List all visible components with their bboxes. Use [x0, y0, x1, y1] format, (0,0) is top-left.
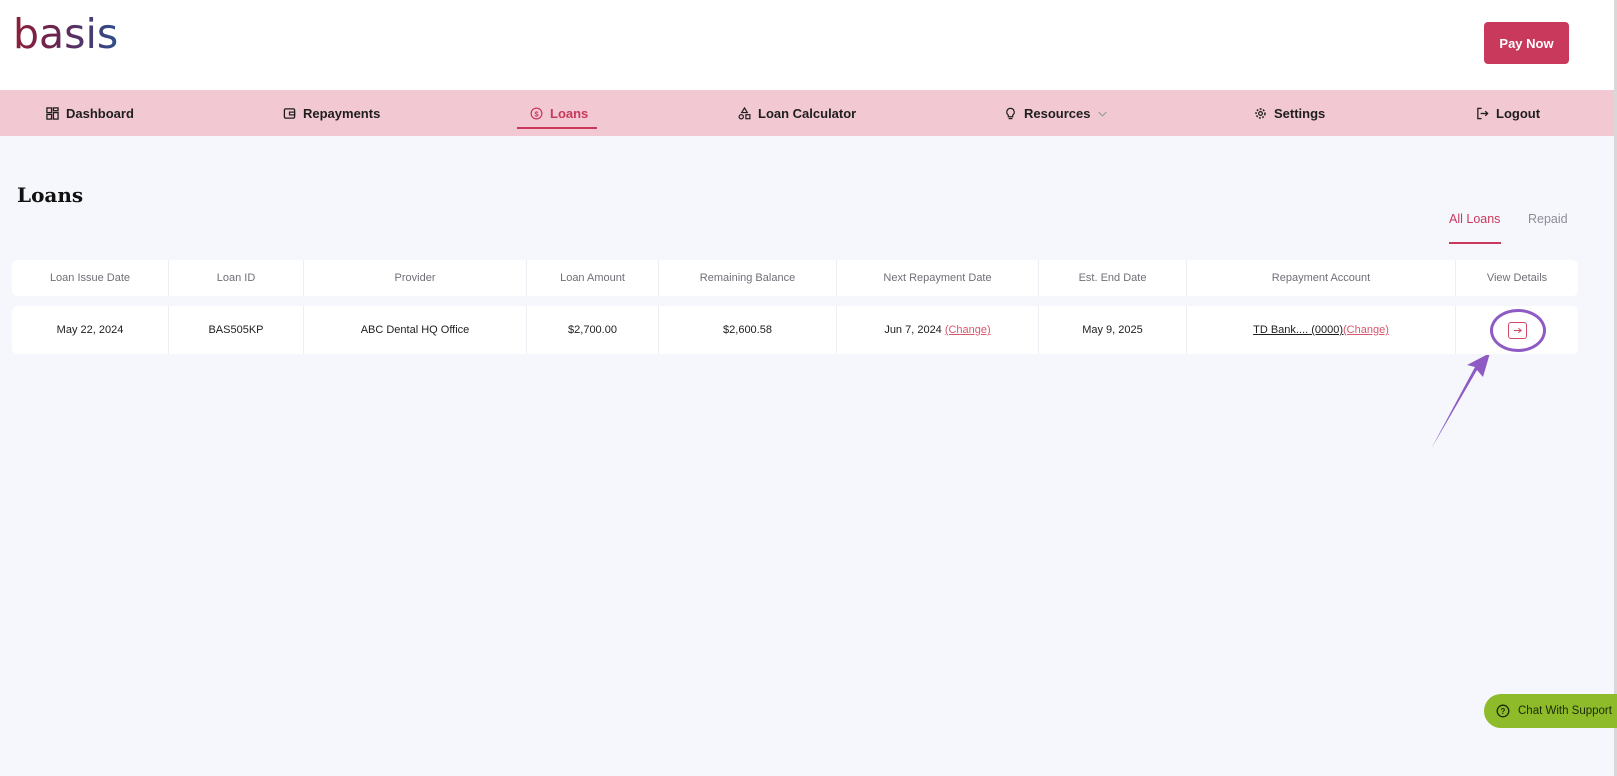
- loan-amount: $2,700.00: [527, 306, 659, 354]
- next-repayment-cell: Jun 7, 2024 (Change): [837, 306, 1039, 354]
- chevron-down-icon: [1098, 111, 1108, 117]
- nav-item-logout[interactable]: Logout: [1476, 90, 1540, 136]
- pay-now-button[interactable]: Pay Now: [1484, 22, 1569, 64]
- nav-item-label: Loans: [550, 105, 589, 121]
- repayment-account-link[interactable]: TD Bank.... (0000): [1253, 324, 1343, 336]
- annotation-highlight-circle: [1490, 309, 1546, 352]
- column-header: Loan ID: [169, 260, 304, 296]
- lightbulb-icon: [1006, 107, 1015, 119]
- repayment-account-cell: TD Bank.... (0000) (Change): [1187, 306, 1456, 354]
- loan-issue-date: May 22, 2024: [12, 306, 169, 354]
- nav-item-resources[interactable]: Resources: [1004, 90, 1108, 136]
- svg-text:?: ?: [1501, 707, 1506, 716]
- nav-item-label: Loan Calculator: [758, 105, 857, 121]
- basis-logo[interactable]: basis: [13, 14, 118, 55]
- dashboard-icon: [46, 106, 59, 120]
- chat-with-support-button[interactable]: ? Chat With Support: [1484, 694, 1617, 728]
- active-nav-indicator: [517, 127, 597, 129]
- page-title: Loans: [17, 183, 84, 207]
- column-header: Provider: [304, 260, 527, 296]
- chat-label: Chat With Support: [1518, 705, 1612, 717]
- table-row: May 22, 2024 BAS505KP ABC Dental HQ Offi…: [12, 306, 1578, 354]
- nav-item-repayments[interactable]: Repayments: [283, 90, 380, 136]
- nav-item-label: Logout: [1496, 105, 1541, 121]
- nav-item-loans[interactable]: $ Loans: [530, 90, 588, 136]
- wallet-icon: [283, 107, 296, 119]
- logout-icon: [1477, 107, 1489, 119]
- shapes-icon: [738, 106, 751, 119]
- change-repayment-date-link[interactable]: (Change): [945, 324, 991, 336]
- gear-icon: [1255, 107, 1266, 119]
- nav-item-label: Resources: [1024, 105, 1091, 121]
- est-end-date: May 9, 2025: [1039, 306, 1187, 354]
- column-header: Remaining Balance: [659, 260, 837, 296]
- active-tab-indicator: [1449, 242, 1501, 244]
- nav-item-label: Settings: [1274, 105, 1326, 121]
- annotation-arrow-icon: [1431, 355, 1490, 449]
- provider: ABC Dental HQ Office: [304, 306, 527, 354]
- column-header: Loan Amount: [527, 260, 659, 296]
- tab-repaid[interactable]: Repaid: [1528, 212, 1568, 226]
- main-nav: Dashboard Repayments $ Loans Loan Calcul…: [0, 90, 1617, 136]
- nav-item-label: Dashboard: [66, 105, 134, 121]
- svg-text:$: $: [534, 109, 539, 118]
- loans-table-header: Loan Issue Date Loan ID Provider Loan Am…: [12, 260, 1578, 296]
- nav-item-label: Repayments: [303, 105, 381, 121]
- dollar-circle-icon: $: [530, 107, 543, 119]
- column-header: Est. End Date: [1039, 260, 1187, 296]
- column-header: View Details: [1486, 272, 1548, 284]
- nav-item-loan-calculator[interactable]: Loan Calculator: [738, 90, 856, 136]
- next-repayment-date: Jun 7, 2024: [884, 324, 942, 336]
- change-account-link[interactable]: (Change): [1343, 324, 1389, 336]
- column-header: Next Repayment Date: [837, 260, 1039, 296]
- tab-all-loans[interactable]: All Loans: [1449, 212, 1500, 226]
- column-header: Loan Issue Date: [12, 260, 169, 296]
- loan-id: BAS505KP: [169, 306, 304, 354]
- nav-item-settings[interactable]: Settings: [1254, 90, 1325, 136]
- top-bar: basis Pay Now: [0, 0, 1617, 90]
- question-circle-icon: ?: [1496, 704, 1510, 718]
- remaining-balance: $2,600.58: [659, 306, 837, 354]
- column-header: Repayment Account: [1187, 260, 1456, 296]
- nav-item-dashboard[interactable]: Dashboard: [46, 90, 134, 136]
